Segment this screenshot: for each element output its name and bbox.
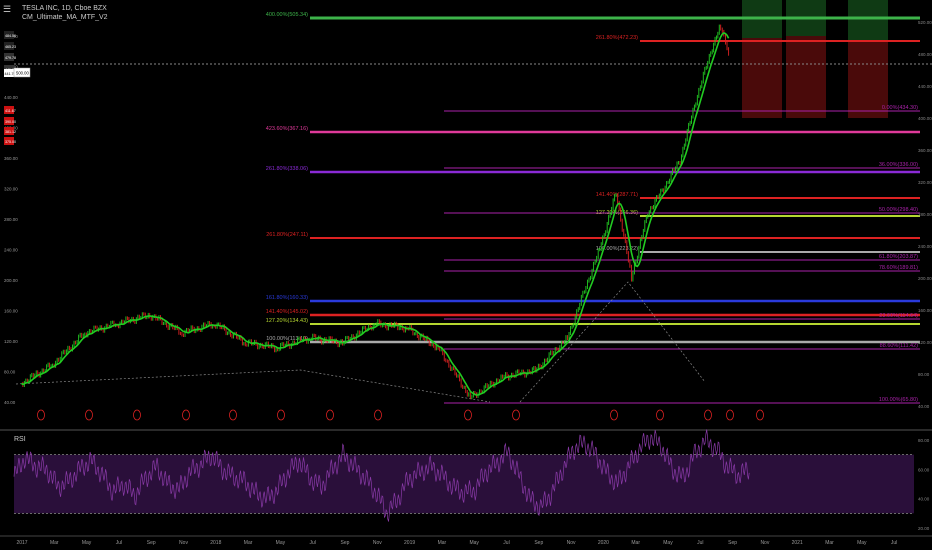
- price-axis-tick: 280.00: [918, 212, 932, 217]
- x-tick-label: Jul: [503, 540, 509, 546]
- x-tick-label: May: [663, 540, 673, 546]
- rsi-band: [14, 454, 914, 514]
- fib-level-label: 261.80%(338.06): [266, 166, 308, 172]
- price-tick-label: 80.00: [4, 370, 16, 375]
- x-tick-label: Sep: [341, 540, 350, 546]
- x-tick-label: May: [857, 540, 867, 546]
- price-axis-tick: 120.00: [918, 340, 932, 345]
- price-tick-label: 200.00: [4, 278, 18, 283]
- price-tick-label: 240.00: [4, 248, 18, 253]
- fib-level-label: 261.80%(247.11): [266, 232, 308, 238]
- price-tick-label: 120.00: [4, 339, 18, 344]
- fib-level-label: 127.20%(134.43): [266, 318, 308, 324]
- x-tick-label: Mar: [50, 540, 59, 546]
- x-tick-label: Jul: [697, 540, 703, 546]
- rsi-tick-label: 60.00: [918, 467, 930, 472]
- x-tick-label: Mar: [244, 540, 253, 546]
- fib-level-label: 100.00%(65.80): [879, 397, 918, 403]
- price-badge-label: 465.23: [5, 45, 16, 49]
- x-tick-label: Mar: [438, 540, 447, 546]
- price-axis-tick: 40.00: [918, 404, 930, 409]
- x-tick-label: Mar: [825, 540, 834, 546]
- price-tick-label: 280.00: [4, 217, 18, 222]
- price-badge-label: 381.12: [5, 130, 16, 134]
- fib-level-label: 400.00%(505.34): [266, 12, 308, 18]
- price-badge-label: 411.67: [5, 109, 16, 113]
- price-box-label: 500.00: [16, 71, 29, 76]
- fib-level-label: 23.60%(114.64): [879, 313, 918, 319]
- fib-level-label: 61.80%(203.87): [879, 254, 918, 260]
- rsi-tick-label: 20.00: [918, 526, 930, 531]
- x-tick-label: Nov: [760, 540, 769, 546]
- x-tick-label: 2021: [792, 540, 803, 546]
- price-axis-tick: 360.00: [918, 148, 932, 153]
- price-axis-tick: 240.00: [918, 244, 932, 249]
- x-tick-label: May: [82, 540, 92, 546]
- chart-legend: TESLA INC, 1D, Cboe BZX CM_Ultimate_MA_M…: [22, 4, 108, 22]
- fib-level-label: 161.80%(160.33): [266, 295, 308, 301]
- fib-level-label: 78.60%(189.81): [879, 265, 918, 271]
- x-tick-label: 2017: [16, 540, 27, 546]
- fib-level-label: 88.60%(111.42): [880, 343, 918, 349]
- price-axis-tick: 480.00: [918, 52, 932, 57]
- fib-level-label: 423.60%(367.16): [266, 126, 308, 132]
- x-tick-label: Jul: [309, 540, 315, 546]
- price-tick-label: 40.00: [4, 400, 16, 405]
- x-tick-label: 2020: [598, 540, 609, 546]
- price-badge-label: 479.78: [5, 56, 16, 60]
- fib-level-label: 141.40%(145.02): [266, 309, 308, 315]
- fib-level-label: 50.00%(298.40): [879, 207, 918, 213]
- x-tick-label: Jul: [891, 540, 897, 546]
- price-tick-label: 320.00: [4, 187, 18, 192]
- price-badge-label: 484.50: [5, 34, 16, 38]
- price-axis-tick: 320.00: [918, 180, 932, 185]
- x-tick-label: Sep: [728, 540, 737, 546]
- fib-level-label: 36.00%(336.00): [879, 162, 918, 168]
- price-badge-label: 390.00: [5, 120, 16, 124]
- fib-level-label: 261.80%(472.23): [596, 35, 638, 41]
- x-tick-label: 2019: [404, 540, 415, 546]
- fib-level-label: 0.00%(434.30): [882, 105, 918, 111]
- x-tick-label: May: [469, 540, 479, 546]
- fib-level-label: 141.40%(287.71): [596, 192, 638, 198]
- menu-icon[interactable]: ☰: [3, 4, 15, 14]
- x-tick-label: Nov: [567, 540, 576, 546]
- price-badge-label: 375.00: [5, 140, 16, 144]
- price-tick-label: 440.00: [4, 95, 18, 100]
- price-tick-label: 360.00: [4, 156, 18, 161]
- rsi-label[interactable]: RSI: [14, 436, 26, 443]
- chart-canvas: 400.00%(505.34) 261.80%(472.23) 0.00%(434.…: [0, 0, 932, 550]
- x-tick-label: Sep: [534, 540, 543, 546]
- price-tick-label: 160.00: [4, 309, 18, 314]
- x-tick-label: Nov: [373, 540, 382, 546]
- price-axis-tick: 440.00: [918, 84, 932, 89]
- price-axis-tick: 520.00: [918, 20, 932, 25]
- rsi-tick-label: 80.00: [918, 438, 930, 443]
- rsi-tick-label: 40.00: [918, 497, 930, 502]
- price-axis-tick: 80.00: [918, 372, 930, 377]
- x-tick-label: Mar: [631, 540, 640, 546]
- price-axis-tick: 200.00: [918, 276, 932, 281]
- x-tick-label: Nov: [179, 540, 188, 546]
- x-tick-label: Sep: [147, 540, 156, 546]
- x-tick-label: 2018: [210, 540, 221, 546]
- symbol-label[interactable]: TESLA INC, 1D, Cboe BZX: [22, 4, 108, 13]
- price-axis-tick: 400.00: [918, 116, 932, 121]
- indicator-label[interactable]: CM_Ultimate_MA_MTF_V2: [22, 13, 108, 22]
- x-tick-label: Jul: [116, 540, 122, 546]
- price-axis-tick: 160.00: [918, 308, 932, 313]
- x-tick-label: May: [276, 540, 286, 546]
